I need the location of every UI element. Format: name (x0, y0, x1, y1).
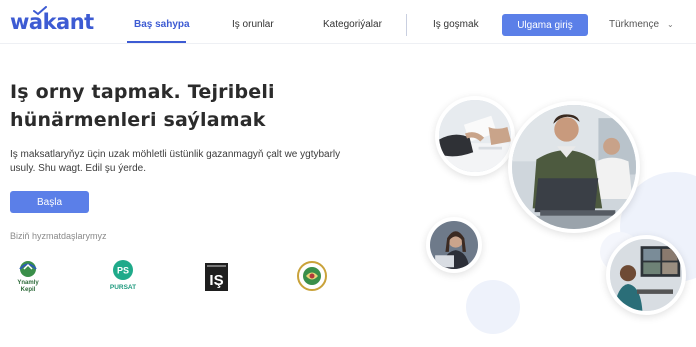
language-label: Türkmençe (609, 19, 660, 30)
pursat-logo[interactable]: PS PURSAT (106, 258, 140, 294)
svg-text:PURSAT: PURSAT (110, 284, 136, 291)
svg-text:IŞ: IŞ (209, 272, 223, 289)
ynamly-kepil-logo[interactable]: Ynamly Kepil (10, 258, 46, 294)
start-button[interactable]: Başla (10, 191, 89, 213)
top-navbar: wakant Baş sahypa Iş orunlar Kategoriýal… (0, 0, 696, 44)
is-magazine-logo[interactable]: IŞ (205, 258, 228, 294)
partners-heading: Biziň hyzmatdaşlarymyz (10, 231, 107, 241)
round-seal-logo[interactable] (295, 258, 329, 294)
wakant-logo[interactable]: wakant (10, 6, 94, 35)
hero-title-line-2: hünärmenleri saýlamak (10, 109, 266, 131)
nav-categories[interactable]: Kategoriýalar (323, 19, 382, 30)
nav-divider (406, 14, 407, 36)
language-selector[interactable]: Türkmençe ⌄ (609, 19, 674, 30)
photo-meeting-documents (435, 96, 515, 176)
login-button[interactable]: Ulgama giriş (502, 14, 588, 36)
nav-home[interactable]: Baş sahypa (134, 19, 190, 30)
hero-title: Iş orny tapmak. Tejribeli hünärmenleri s… (10, 78, 340, 134)
hero-subtitle: Iş maksatlaryňyz üçin uzak möhletli üstü… (10, 149, 341, 174)
photo-businessman-laptop (508, 101, 640, 233)
photo-video-call (606, 235, 686, 315)
decorative-circle (466, 280, 520, 334)
svg-text:Kepil: Kepil (21, 287, 36, 293)
hero-title-line-1: Iş orny tapmak. Tejribeli (10, 81, 275, 103)
nav-jobs[interactable]: Iş orunlar (232, 19, 274, 30)
photo-woman-laptop (426, 217, 482, 273)
svg-text:PS: PS (117, 266, 129, 276)
nav-active-indicator (127, 41, 186, 43)
svg-text:Ynamly: Ynamly (17, 280, 39, 286)
nav-post-job[interactable]: Iş goşmak (433, 19, 479, 30)
logo-text: wakant (10, 10, 94, 34)
chevron-down-icon: ⌄ (667, 20, 674, 29)
logo-checkmark-icon (33, 6, 47, 16)
